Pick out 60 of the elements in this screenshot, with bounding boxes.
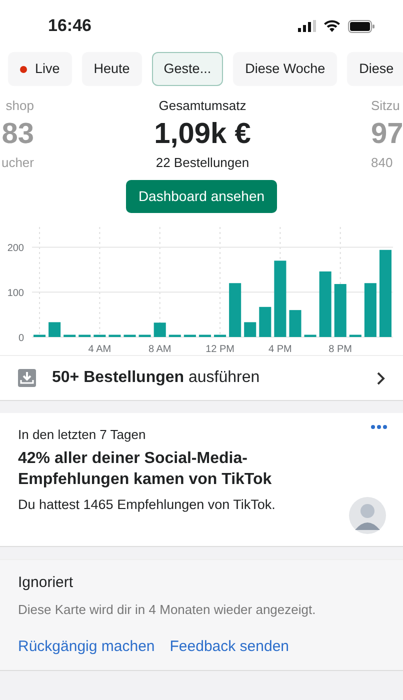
bar (214, 335, 226, 338)
metric-value: 97 (370, 116, 403, 152)
bar (319, 272, 332, 338)
text-link[interactable]: Rückgängig machen (18, 636, 155, 658)
bar (154, 322, 166, 338)
signal-icon (298, 20, 316, 32)
x-axis-label: 8 PM (328, 344, 352, 356)
bar (78, 335, 91, 338)
bar (138, 335, 151, 338)
card-title: 42% aller deiner Social-Media-Empfehlungen kamen von TikTok (18, 448, 273, 490)
bar (244, 322, 256, 338)
metric-value: 1,09k € (154, 116, 251, 152)
metric-label: shop (6, 98, 34, 114)
dashboard-button[interactable]: Dashboard ansehen (126, 180, 277, 214)
x-axis-label: 8 AM (148, 344, 172, 356)
download-icon (18, 369, 36, 388)
ignored-title: Ignoriert (18, 572, 74, 593)
bar (229, 283, 242, 338)
bar (289, 310, 302, 338)
metric-subtext: 840 (370, 154, 393, 170)
period-tab[interactable]: Geste... (152, 52, 224, 86)
bar (304, 335, 316, 338)
bar (168, 335, 181, 338)
metric-label: Sitzu (370, 98, 400, 114)
x-axis-label: 12 PM (206, 344, 234, 356)
bar (64, 335, 76, 338)
battery-icon (348, 20, 375, 32)
card-body-text: Du hattest 1465 Empfehlungen von TikTok. (18, 496, 276, 514)
card-eyebrow: In den letzten 7 Tagen (18, 426, 147, 444)
metric-value: 83 (2, 116, 34, 152)
x-axis-label: 4 AM (88, 344, 112, 356)
metric-subtext: 22 Bestellungen (156, 154, 250, 170)
bar (349, 335, 362, 338)
bar (94, 335, 106, 338)
avatar-icon (349, 496, 386, 534)
clock: 16:46 (48, 15, 92, 38)
bar (124, 335, 136, 338)
bar (184, 335, 196, 338)
bar (259, 307, 272, 338)
y-axis-label: 100 (7, 288, 24, 300)
bar (364, 283, 376, 338)
period-tab[interactable]: Diese Woche (233, 52, 338, 86)
bar (48, 322, 61, 338)
bar (34, 335, 46, 338)
metric-subtext: ucher (1, 154, 34, 170)
more-options-icon[interactable] (371, 425, 387, 430)
wifi-icon (324, 20, 340, 32)
bar (198, 335, 211, 338)
period-tab[interactable]: Diese (347, 52, 403, 86)
metric-label: Gesamtumsatz (158, 98, 246, 114)
x-axis-label: 4 PM (268, 344, 292, 356)
period-tab[interactable]: Live (8, 52, 72, 86)
bar (108, 335, 121, 338)
y-axis-label: 0 (18, 333, 24, 344)
y-axis-label: 200 (7, 243, 24, 254)
period-tab[interactable]: Heute (82, 52, 142, 86)
bar (334, 284, 346, 338)
text-link[interactable]: Feedback senden (170, 636, 290, 658)
chevron-right-icon[interactable] (377, 372, 385, 385)
ignored-text: Diese Karte wird dir in 4 Monaten wieder angezeigt. (18, 601, 317, 620)
